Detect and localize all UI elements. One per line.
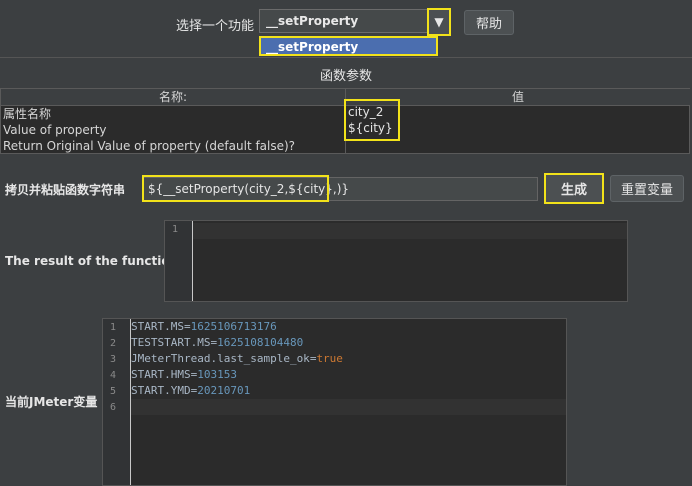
var-key: START.MS	[131, 320, 184, 333]
var-key: START.HMS	[131, 368, 191, 381]
param-name: 属性名称	[3, 107, 52, 121]
function-combobox-value: __setProperty	[266, 14, 359, 28]
reset-variables-button[interactable]: 重置变量	[610, 175, 684, 202]
param-name: Value of property	[3, 123, 107, 137]
code-line: START.HMS=103153	[131, 368, 237, 381]
function-combobox[interactable]: __setProperty	[259, 9, 449, 33]
jmeter-vars-editor[interactable]: 1 2 3 4 5 6 START.MS=1625106713176 TESTS…	[102, 318, 567, 486]
params-title: 函数参数	[319, 69, 372, 84]
code-line: TESTSTART.MS=1625108104480	[131, 336, 304, 349]
divider	[0, 57, 692, 58]
function-string-highlight	[142, 175, 329, 202]
current-line-highlight	[131, 399, 566, 415]
var-value: 1625108104480	[217, 336, 304, 349]
param-name: Return Original Value of property (defau…	[3, 139, 296, 153]
var-key: START.YMD	[131, 384, 191, 397]
line-number: 1	[172, 224, 179, 235]
help-button[interactable]: 帮助	[464, 10, 514, 35]
current-line-highlight	[193, 223, 627, 239]
generate-button[interactable]: 生成	[544, 173, 604, 204]
code-line: START.YMD=20210701	[131, 384, 251, 397]
dropdown-option-label: __setProperty	[266, 40, 359, 54]
column-header-name[interactable]: 名称:	[1, 89, 346, 106]
jmeter-vars-label: 当前JMeter变量	[5, 395, 98, 409]
chevron-down-icon[interactable]: ▼	[427, 8, 451, 36]
line-number: 3	[110, 354, 117, 365]
var-key: JMeterThread.last_sample_ok	[131, 352, 310, 365]
param-value-cell[interactable]: ${city}	[348, 121, 393, 135]
var-value: 103153	[197, 368, 237, 381]
line-number: 2	[110, 338, 117, 349]
line-number: 5	[110, 386, 117, 397]
dropdown-option-setproperty[interactable]: __setProperty	[259, 36, 438, 56]
var-key: TESTSTART.MS	[131, 336, 211, 349]
var-value: 1625106713176	[190, 320, 277, 333]
code-line: JMeterThread.last_sample_ok=true	[131, 352, 343, 365]
code-line: START.MS=1625106713176	[131, 320, 277, 333]
line-number: 1	[110, 322, 117, 333]
function-select-label: 选择一个功能	[176, 19, 255, 34]
var-value: 20210701	[197, 384, 251, 397]
result-editor[interactable]: 1	[164, 220, 628, 302]
var-value: true	[316, 352, 343, 365]
line-number: 6	[110, 402, 117, 413]
line-number: 4	[110, 370, 117, 381]
function-string-label: 拷贝并粘贴函数字符串	[5, 183, 126, 197]
param-value-cell[interactable]: city_2	[348, 105, 383, 119]
